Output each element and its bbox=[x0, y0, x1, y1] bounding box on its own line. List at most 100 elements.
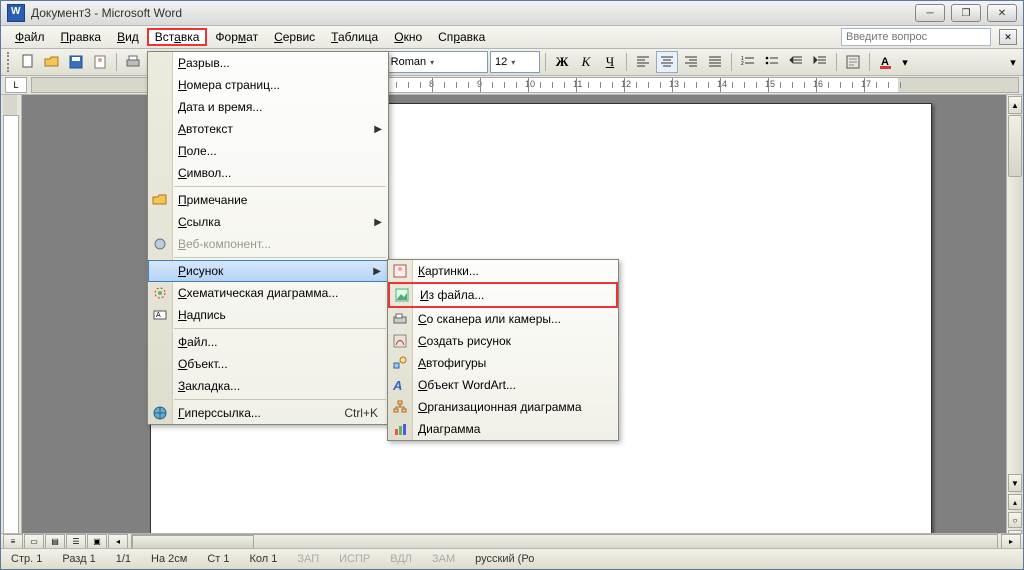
globe-icon bbox=[152, 405, 168, 421]
chart-icon bbox=[392, 421, 408, 437]
insert-item-13[interactable]: Объект... bbox=[148, 353, 388, 375]
prev-page-button[interactable]: ▴ bbox=[1008, 494, 1022, 510]
new-doc-button[interactable] bbox=[17, 51, 39, 73]
status-rec[interactable]: ЗАП bbox=[287, 553, 329, 565]
menu-file[interactable]: Файл bbox=[7, 28, 53, 46]
permissions-button[interactable] bbox=[89, 51, 111, 73]
vertical-ruler[interactable] bbox=[1, 95, 22, 547]
menu-table[interactable]: Таблица bbox=[323, 28, 386, 46]
italic-button[interactable]: К bbox=[575, 51, 597, 73]
bold-button[interactable]: Ж bbox=[551, 51, 573, 73]
menu-help[interactable]: Справка bbox=[430, 28, 493, 46]
word-icon bbox=[7, 4, 25, 22]
status-bar: Стр. 1 Разд 1 1/1 На 2см Ст 1 Кол 1 ЗАП … bbox=[1, 548, 1023, 569]
align-right-button[interactable] bbox=[680, 51, 702, 73]
scroll-track[interactable] bbox=[1007, 115, 1023, 473]
menu-window[interactable]: Окно bbox=[386, 28, 430, 46]
status-line: Ст 1 bbox=[197, 553, 239, 565]
hscroll-thumb[interactable] bbox=[132, 535, 254, 549]
insert-item-7[interactable]: Ссылка▶ bbox=[148, 211, 388, 233]
font-color-dropdown[interactable]: ▾ bbox=[899, 51, 911, 73]
tab-selector[interactable]: L bbox=[5, 77, 27, 93]
toolbar-handle[interactable] bbox=[7, 52, 13, 72]
insert-item-3[interactable]: Автотекст▶ bbox=[148, 118, 388, 140]
doc-close-button[interactable]: ✕ bbox=[999, 29, 1017, 45]
insert-item-5[interactable]: Символ... bbox=[148, 162, 388, 184]
status-ovr[interactable]: ЗАМ bbox=[422, 553, 465, 565]
maximize-button[interactable]: ❐ bbox=[951, 4, 981, 22]
toggle-marks-button[interactable] bbox=[842, 51, 864, 73]
picture-item-5[interactable]: Объект WordArt...A bbox=[388, 374, 618, 396]
picture-item-4[interactable]: Автофигуры bbox=[388, 352, 618, 374]
open-button[interactable] bbox=[41, 51, 63, 73]
title-bar: Документ3 - Microsoft Word ─ ❐ ✕ bbox=[1, 1, 1023, 26]
submenu-arrow-icon: ▶ bbox=[374, 124, 382, 135]
svg-text:A: A bbox=[156, 312, 161, 319]
menu-tools[interactable]: Сервис bbox=[266, 28, 323, 46]
minimize-button[interactable]: ─ bbox=[915, 4, 945, 22]
picture-item-2[interactable]: Со сканера или камеры... bbox=[388, 308, 618, 330]
insert-item-9[interactable]: Рисунок▶ bbox=[148, 260, 388, 282]
toolbar-overflow[interactable]: ▾ bbox=[1007, 51, 1019, 73]
status-pages: 1/1 bbox=[106, 553, 141, 565]
status-ext[interactable]: ВДЛ bbox=[380, 553, 422, 565]
menu-bar: Файл Правка Вид Вставка Формат Сервис Та… bbox=[1, 26, 1023, 49]
picture-item-3[interactable]: Создать рисунок bbox=[388, 330, 618, 352]
align-center-button[interactable] bbox=[656, 51, 678, 73]
app-window: Документ3 - Microsoft Word ─ ❐ ✕ Файл Пр… bbox=[0, 0, 1024, 570]
insert-item-11[interactable]: НадписьA bbox=[148, 304, 388, 326]
align-justify-button[interactable] bbox=[704, 51, 726, 73]
picture-submenu: Картинки...Из файла...Со сканера или кам… bbox=[387, 259, 619, 441]
status-col: Кол 1 bbox=[239, 553, 287, 565]
underline-button[interactable]: Ч bbox=[599, 51, 621, 73]
increase-indent-button[interactable] bbox=[809, 51, 831, 73]
insert-item-4[interactable]: Поле... bbox=[148, 140, 388, 162]
window-title: Документ3 - Microsoft Word bbox=[31, 6, 915, 20]
bulleted-list-button[interactable] bbox=[761, 51, 783, 73]
insert-item-8: Веб-компонент... bbox=[148, 233, 388, 255]
font-color-button[interactable]: A bbox=[875, 51, 897, 73]
shortcut-label: Ctrl+K bbox=[344, 406, 378, 420]
menu-edit[interactable]: Правка bbox=[53, 28, 110, 46]
insert-menu-dropdown: Разрыв...Номера страниц...Дата и время..… bbox=[147, 51, 389, 425]
view-buttons-bar: ≡ ▭ ▤ ☰ ▣ ◂ ▸ bbox=[1, 533, 1023, 549]
insert-item-6[interactable]: Примечание bbox=[148, 189, 388, 211]
insert-item-0[interactable]: Разрыв... bbox=[148, 52, 388, 74]
textbox-icon: A bbox=[152, 307, 168, 323]
save-button[interactable] bbox=[65, 51, 87, 73]
insert-item-10[interactable]: Схематическая диаграмма... bbox=[148, 282, 388, 304]
status-trk[interactable]: ИСПР bbox=[329, 553, 380, 565]
scroll-down-button[interactable]: ▼ bbox=[1008, 474, 1022, 492]
font-size-select[interactable]: 12▾ bbox=[490, 51, 540, 73]
status-section: Разд 1 bbox=[52, 553, 105, 565]
insert-item-2[interactable]: Дата и время... bbox=[148, 96, 388, 118]
web-icon bbox=[152, 236, 168, 252]
print-button[interactable] bbox=[122, 51, 144, 73]
menu-view[interactable]: Вид bbox=[109, 28, 147, 46]
svg-text:A: A bbox=[392, 378, 402, 393]
status-language[interactable]: русский (Ро bbox=[465, 553, 544, 565]
insert-item-15[interactable]: Гиперссылка...Ctrl+K bbox=[148, 402, 388, 424]
window-buttons: ─ ❐ ✕ bbox=[915, 4, 1017, 22]
scroll-up-button[interactable]: ▲ bbox=[1008, 96, 1022, 114]
insert-item-1[interactable]: Номера страниц... bbox=[148, 74, 388, 96]
decrease-indent-button[interactable] bbox=[785, 51, 807, 73]
scroll-thumb[interactable] bbox=[1008, 115, 1022, 177]
insert-item-12[interactable]: Файл... bbox=[148, 331, 388, 353]
vertical-scrollbar[interactable]: ▲ ▼ ▴ ○ ▾ bbox=[1006, 95, 1023, 547]
picture-item-7[interactable]: Диаграмма bbox=[388, 418, 618, 440]
folder-icon bbox=[152, 192, 168, 208]
browse-object-button[interactable]: ○ bbox=[1008, 512, 1022, 528]
align-left-button[interactable] bbox=[632, 51, 654, 73]
help-search-input[interactable] bbox=[841, 28, 991, 46]
menu-insert[interactable]: Вставка bbox=[147, 28, 208, 46]
close-button[interactable]: ✕ bbox=[987, 4, 1017, 22]
picture-item-6[interactable]: Организационная диаграмма bbox=[388, 396, 618, 418]
numbered-list-button[interactable]: 12 bbox=[737, 51, 759, 73]
picture-item-0[interactable]: Картинки... bbox=[388, 260, 618, 282]
insert-item-14[interactable]: Закладка... bbox=[148, 375, 388, 397]
picture-item-1[interactable]: Из файла... bbox=[388, 282, 618, 308]
menu-format[interactable]: Формат bbox=[207, 28, 266, 46]
status-at: На 2см bbox=[141, 553, 197, 565]
orgchart-icon bbox=[392, 399, 408, 415]
